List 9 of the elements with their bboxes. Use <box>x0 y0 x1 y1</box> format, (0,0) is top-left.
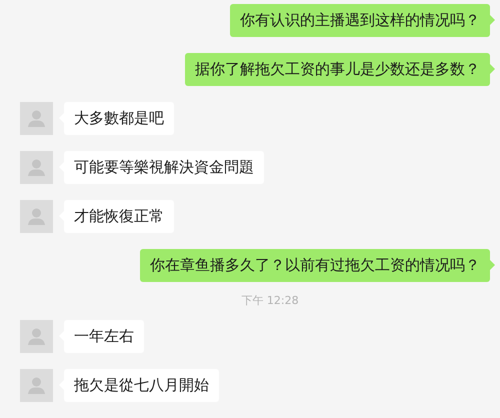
avatar-icon <box>20 200 53 233</box>
bubble-tail <box>490 260 495 270</box>
avatar-icon <box>20 369 53 402</box>
bubble-tail <box>490 15 495 25</box>
avatar-icon <box>20 151 53 184</box>
timestamp: 下午 12:28 <box>240 294 299 308</box>
avatar-icon <box>20 102 53 135</box>
avatar-icon <box>20 320 53 353</box>
bubble-tail <box>490 64 495 74</box>
